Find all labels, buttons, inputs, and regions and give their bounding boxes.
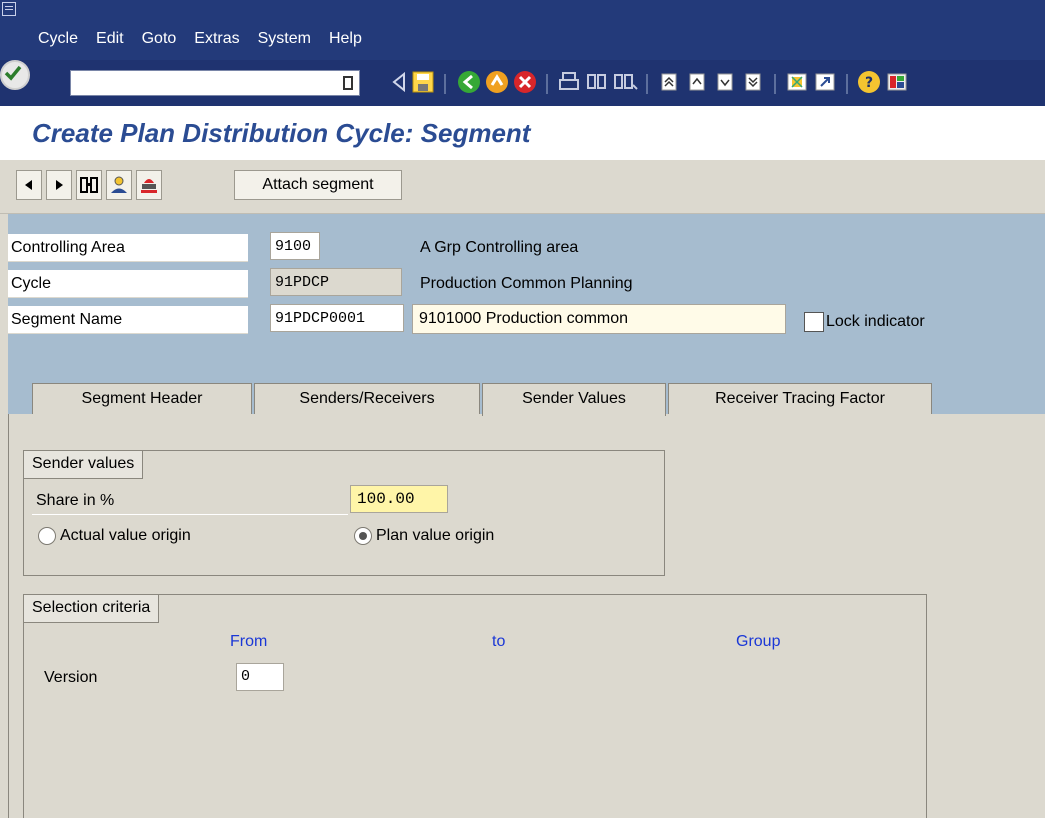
page-title: Create Plan Distribution Cycle: Segment: [32, 118, 531, 148]
stamp-icon[interactable]: [136, 170, 162, 200]
shortcut-icon[interactable]: [812, 68, 838, 96]
controlling-area-description: A Grp Controlling area: [420, 239, 579, 256]
tab-senders-receivers[interactable]: Senders/Receivers: [254, 383, 480, 415]
cycle-description: Production Common Planning: [420, 275, 633, 292]
find-icon[interactable]: [584, 68, 610, 96]
find-next-icon[interactable]: [612, 68, 638, 96]
print-icon[interactable]: [556, 68, 582, 96]
sender-values-group: Sender values Share in % 100.00 Actual v…: [23, 450, 665, 576]
lock-indicator-label: Lock indicator: [826, 313, 925, 330]
plan-value-origin-radio[interactable]: [354, 527, 372, 545]
lock-indicator-checkbox[interactable]: [804, 312, 824, 332]
menu-items: Cycle Edit Goto Extras System Help: [38, 30, 380, 48]
group-column-header: Group: [736, 633, 781, 650]
toolbar-separator: [846, 74, 848, 94]
version-from-field[interactable]: 0: [236, 663, 284, 691]
toolbar-separator: [546, 74, 548, 94]
selection-criteria-title: Selection criteria: [24, 595, 160, 623]
application-toolbar: Attach segment: [0, 160, 1045, 214]
menu-edit[interactable]: Edit: [96, 30, 124, 48]
first-page-icon[interactable]: [656, 68, 682, 96]
actual-value-origin-radio[interactable]: [38, 527, 56, 545]
toolbar-separator: [646, 74, 648, 94]
cycle-label: Cycle: [8, 270, 248, 298]
cancel-icon[interactable]: [512, 68, 538, 96]
tab-sender-values[interactable]: Sender Values: [482, 383, 666, 416]
attach-segment-button[interactable]: Attach segment: [234, 170, 402, 200]
plan-value-origin-label: Plan value origin: [376, 527, 495, 544]
toolbar-separator: [774, 74, 776, 94]
previous-icon[interactable]: [16, 170, 42, 200]
selection-criteria-group: Selection criteria From to Group Version…: [23, 594, 927, 818]
enter-icon[interactable]: [0, 60, 30, 90]
svg-text:?: ?: [865, 75, 873, 91]
tab-body: Sender values Share in % 100.00 Actual v…: [8, 414, 1045, 818]
save-icon[interactable]: [410, 68, 436, 96]
segment-name-field[interactable]: 91PDCP0001: [270, 304, 404, 332]
command-field[interactable]: [70, 70, 360, 96]
back-nav-icon[interactable]: [386, 68, 412, 96]
create-session-icon[interactable]: [784, 68, 810, 96]
previous-page-icon[interactable]: [684, 68, 710, 96]
menu-cycle[interactable]: Cycle: [38, 30, 78, 48]
menu-help[interactable]: Help: [329, 30, 362, 48]
menu-bar: Cycle Edit Goto Extras System Help: [0, 0, 1045, 60]
header-area: Controlling Area 9100 A Grp Controlling …: [8, 214, 1045, 416]
back-icon[interactable]: [456, 68, 482, 96]
share-field[interactable]: 100.00: [350, 485, 448, 513]
layout-icon[interactable]: [884, 68, 910, 96]
next-icon[interactable]: [46, 170, 72, 200]
command-history-icon[interactable]: [343, 76, 353, 90]
sender-values-title: Sender values: [24, 451, 144, 479]
person-icon[interactable]: [106, 170, 132, 200]
help-icon[interactable]: ?: [856, 68, 882, 96]
overview-icon[interactable]: [76, 170, 102, 200]
toolbar-separator: [444, 74, 446, 94]
next-page-icon[interactable]: [712, 68, 738, 96]
actual-value-origin-label: Actual value origin: [60, 527, 191, 544]
standard-toolbar: ?: [0, 60, 1045, 106]
menu-extras[interactable]: Extras: [194, 30, 239, 48]
from-column-header: From: [230, 633, 268, 650]
controlling-area-label: Controlling Area: [8, 234, 248, 262]
to-column-header: to: [492, 633, 506, 650]
menu-goto[interactable]: Goto: [142, 30, 177, 48]
cycle-field: 91PDCP: [270, 268, 402, 296]
share-label: Share in %: [32, 487, 348, 515]
title-area: Create Plan Distribution Cycle: Segment: [0, 106, 1045, 160]
controlling-area-field: 9100: [270, 232, 320, 260]
version-label: Version: [44, 669, 98, 686]
system-menu-icon[interactable]: [2, 2, 16, 16]
segment-description-field[interactable]: 9101000 Production common: [412, 304, 786, 334]
exit-icon[interactable]: [484, 68, 510, 96]
tab-segment-header[interactable]: Segment Header: [32, 383, 252, 415]
segment-name-label: Segment Name: [8, 306, 248, 334]
last-page-icon[interactable]: [740, 68, 766, 96]
menu-system[interactable]: System: [258, 30, 311, 48]
tab-receiver-tracing-factor[interactable]: Receiver Tracing Factor: [668, 383, 932, 415]
